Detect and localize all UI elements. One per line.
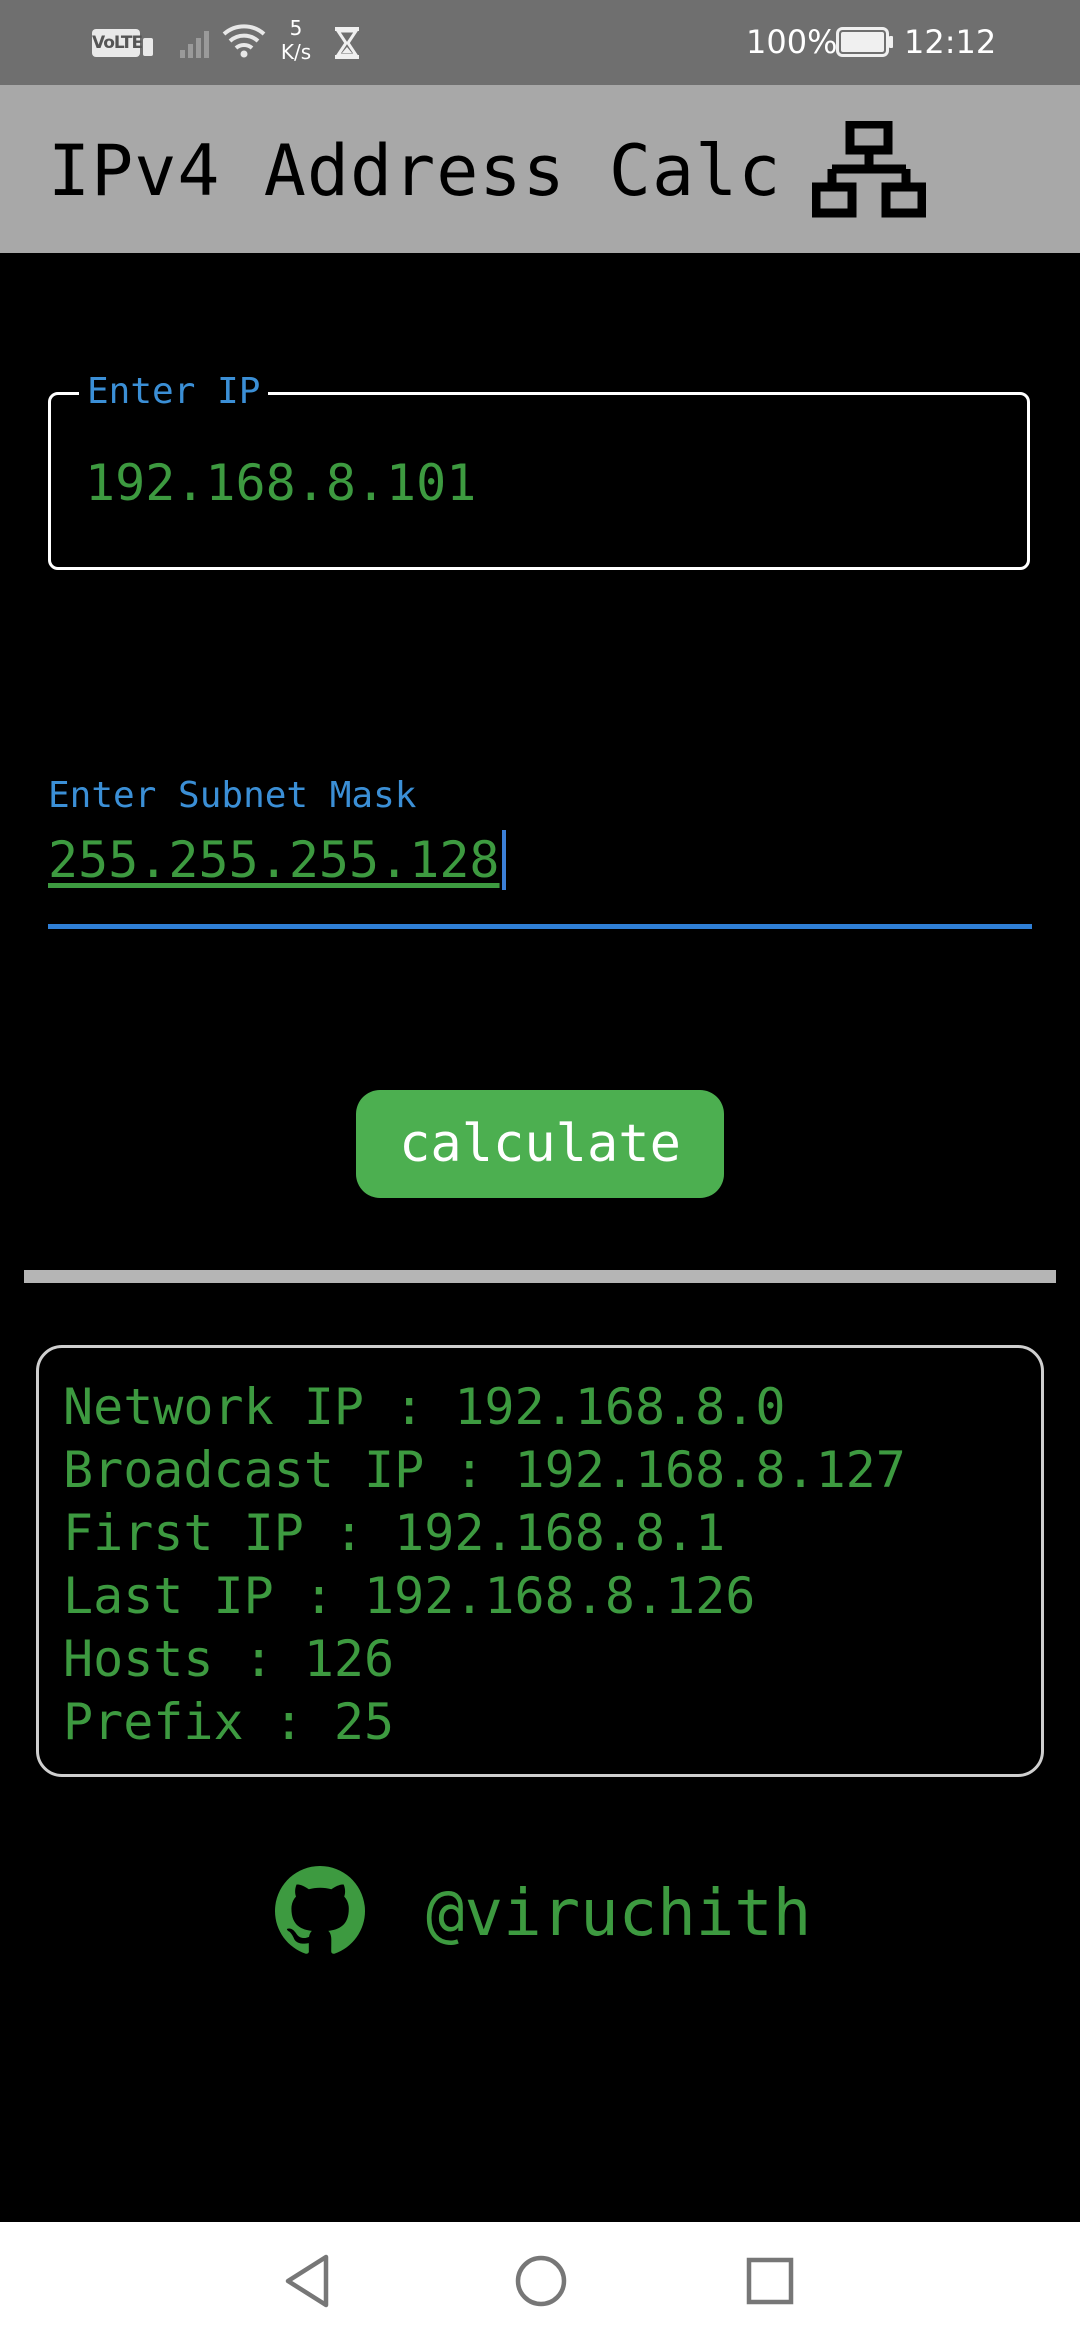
network-speed: 5 K/s: [276, 16, 316, 64]
subnet-mask-value[interactable]: 255.255.255.128: [48, 831, 500, 889]
back-icon[interactable]: [280, 2252, 336, 2310]
wifi-icon: [222, 24, 266, 58]
system-nav-bar: [0, 2222, 1080, 2340]
result-hosts: Hosts : 126: [63, 1630, 395, 1688]
text-cursor: [501, 830, 506, 890]
ip-input-label: Enter IP: [79, 368, 269, 416]
result-network-ip: Network IP : 192.168.8.0: [63, 1378, 786, 1436]
subnet-mask-input[interactable]: 255.255.255.128: [48, 830, 506, 894]
app-bar: IPv4 Address Calc: [0, 85, 1080, 253]
results-panel: Network IP : 192.168.8.0 Broadcast IP : …: [36, 1345, 1044, 1777]
signal-icon: [180, 31, 209, 58]
battery-percent: 100%: [746, 23, 838, 61]
hourglass-icon: [335, 27, 359, 59]
result-first-ip: First IP : 192.168.8.1: [63, 1504, 726, 1562]
recents-icon[interactable]: [745, 2256, 795, 2306]
results-list: Network IP : 192.168.8.0 Broadcast IP : …: [63, 1376, 906, 1754]
github-handle[interactable]: @viruchith: [426, 1874, 811, 1954]
ip-input-value[interactable]: 192.168.8.101: [85, 453, 476, 513]
result-last-ip: Last IP : 192.168.8.126: [63, 1567, 756, 1625]
volte-sub-icon: [143, 38, 153, 56]
divider: [24, 1270, 1056, 1283]
github-icon[interactable]: [275, 1866, 365, 1956]
network-icon: [812, 121, 926, 218]
battery-icon: [836, 27, 893, 57]
ip-input[interactable]: Enter IP 192.168.8.101: [48, 368, 1030, 570]
network-speed-unit: K/s: [280, 40, 312, 64]
subnet-mask-label: Enter Subnet Mask: [48, 775, 417, 816]
result-broadcast-ip: Broadcast IP : 192.168.8.127: [63, 1441, 906, 1499]
home-icon[interactable]: [513, 2252, 569, 2310]
app-title: IPv4 Address Calc: [48, 130, 782, 212]
clock: 12:12: [904, 23, 997, 61]
calculate-button[interactable]: calculate: [356, 1090, 724, 1198]
network-speed-value: 5: [289, 16, 303, 40]
volte-icon: VoLTE: [92, 29, 143, 57]
subnet-mask-underline: [48, 924, 1032, 929]
result-prefix: Prefix : 25: [63, 1693, 395, 1751]
status-bar: VoLTE 5 K/s 100% 12:12: [0, 0, 1080, 85]
